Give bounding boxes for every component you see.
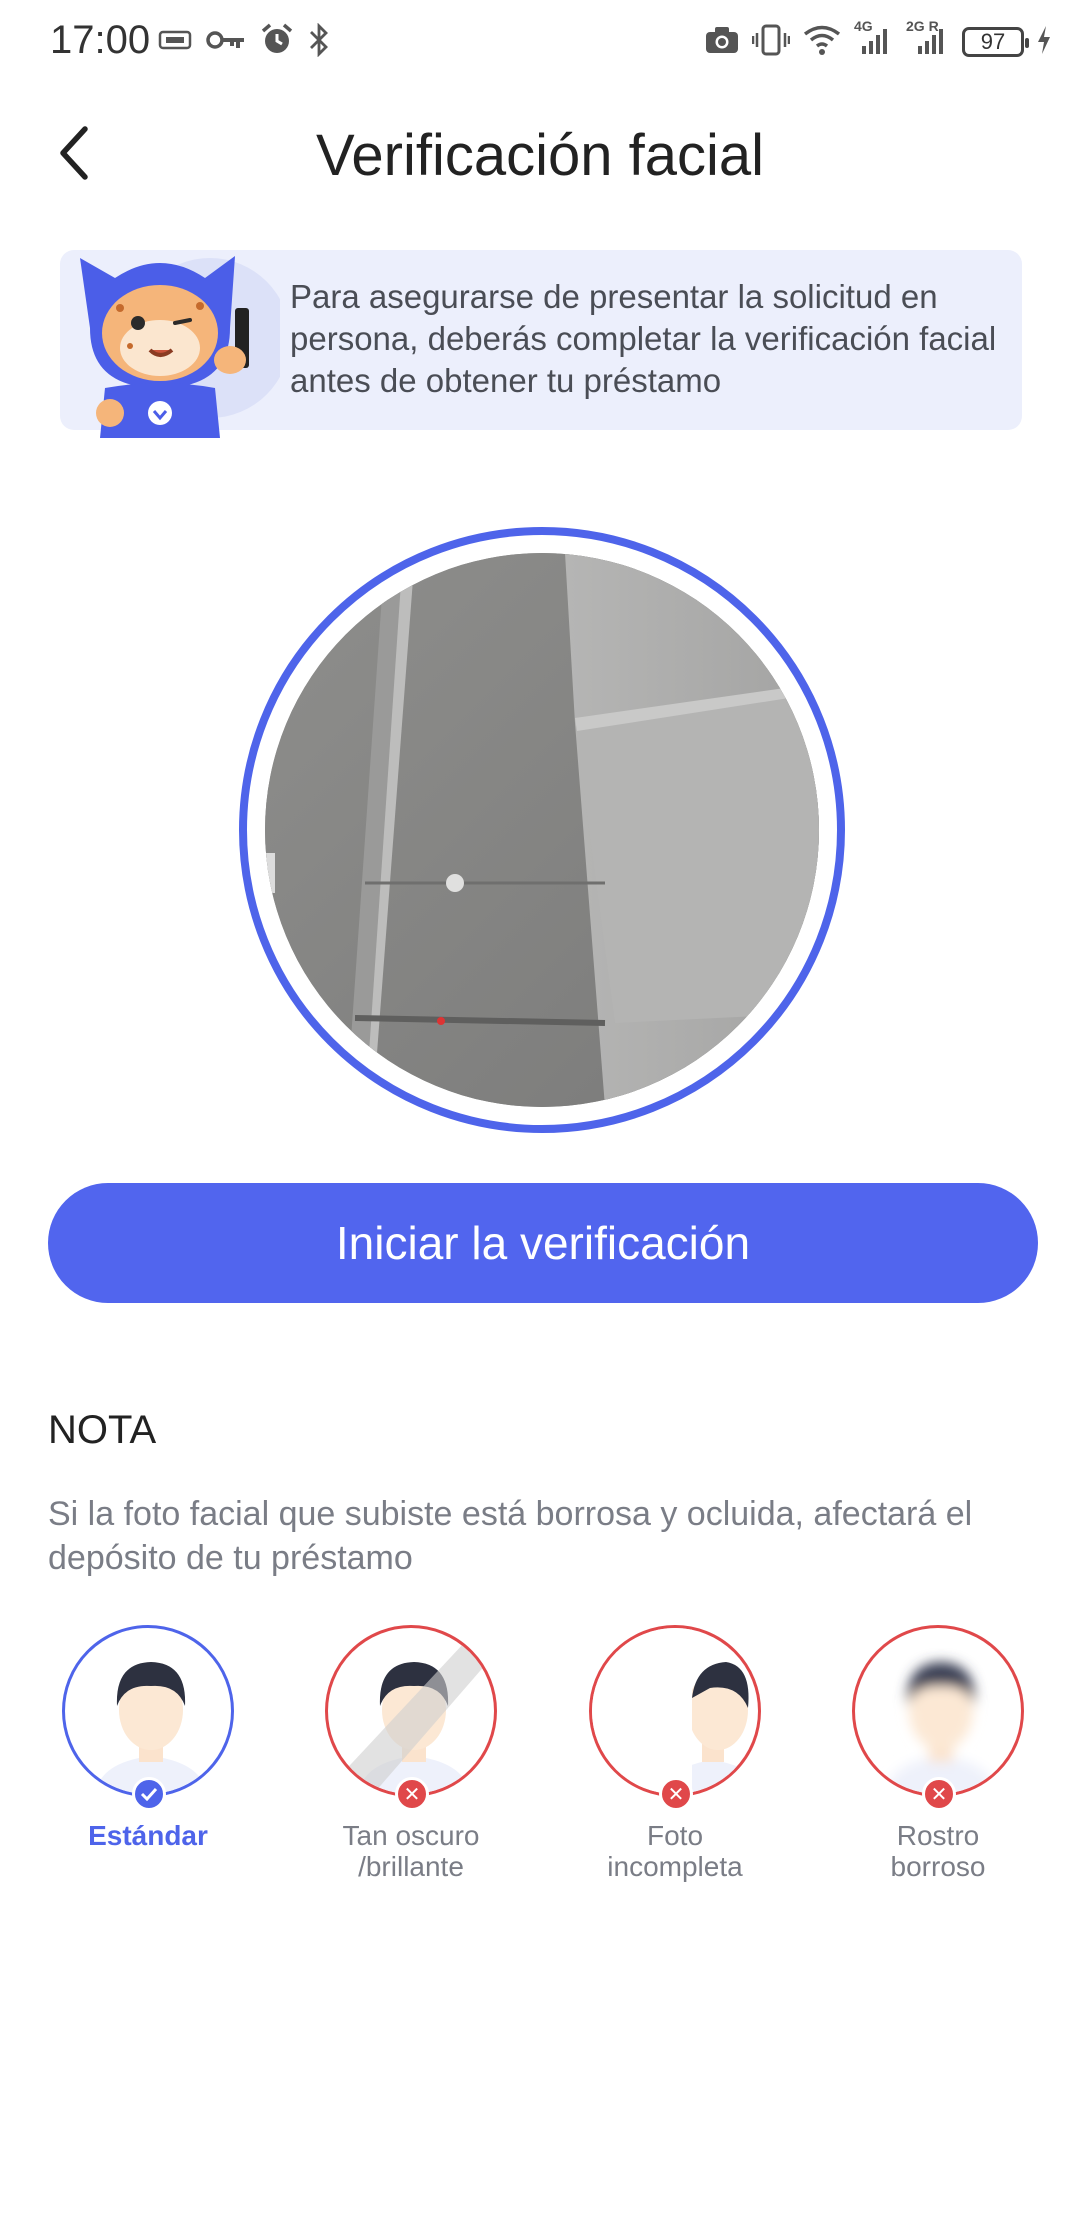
signal-2-icon: 2G R [906, 18, 950, 61]
status-time: 17:00 [50, 18, 151, 62]
status-bar: 17:00 4G 2G R 97 [0, 0, 1080, 84]
example-label: Rostro borroso [890, 1820, 986, 1882]
example-avatar [589, 1625, 761, 1797]
note-text: Si la foto facial que subiste está borro… [48, 1495, 973, 1577]
vibrate-icon [751, 23, 791, 62]
check-icon [132, 1777, 166, 1811]
example-label: Tan oscuro /brillante [342, 1820, 480, 1882]
example-label: Foto incompleta [607, 1820, 743, 1882]
sim-icon [158, 29, 192, 56]
mascot-illustration [60, 228, 290, 438]
photo-examples: Estándar ✕ Tan oscuro /brillante ✕ Foto … [0, 1625, 1080, 1925]
close-icon: ✕ [659, 1777, 693, 1811]
note-title: NOTA [48, 1408, 157, 1452]
example-avatar [62, 1625, 234, 1797]
status-right-icons: 4G 2G R 97 [704, 18, 1052, 64]
network-2-label: 2G R [906, 17, 939, 34]
app-header: Verificación facial [0, 100, 1080, 210]
vpn-key-icon [206, 28, 246, 57]
camera-preview [265, 553, 819, 1107]
camera-status-icon [704, 25, 740, 60]
wifi-icon [802, 24, 842, 61]
alarm-icon [260, 23, 294, 62]
battery-icon: 97 [962, 27, 1029, 57]
battery-level: 97 [980, 29, 1006, 54]
charging-icon [1036, 25, 1052, 60]
example-avatar [325, 1625, 497, 1797]
banner-message: Para asegurarse de presentar la solicitu… [290, 278, 997, 399]
status-left-icons [158, 20, 330, 64]
close-icon: ✕ [922, 1777, 956, 1811]
close-icon: ✕ [395, 1777, 429, 1811]
bluetooth-icon [308, 22, 330, 62]
network-1-label: 4G [854, 17, 873, 34]
info-banner: Para asegurarse de presentar la solicitu… [60, 250, 1022, 438]
page-title: Verificación facial [315, 123, 765, 188]
start-verification-button[interactable]: Iniciar la verificación [48, 1183, 1038, 1303]
example-avatar [852, 1625, 1024, 1797]
signal-1-icon: 4G [854, 18, 894, 61]
example-label: Estándar [88, 1820, 208, 1851]
